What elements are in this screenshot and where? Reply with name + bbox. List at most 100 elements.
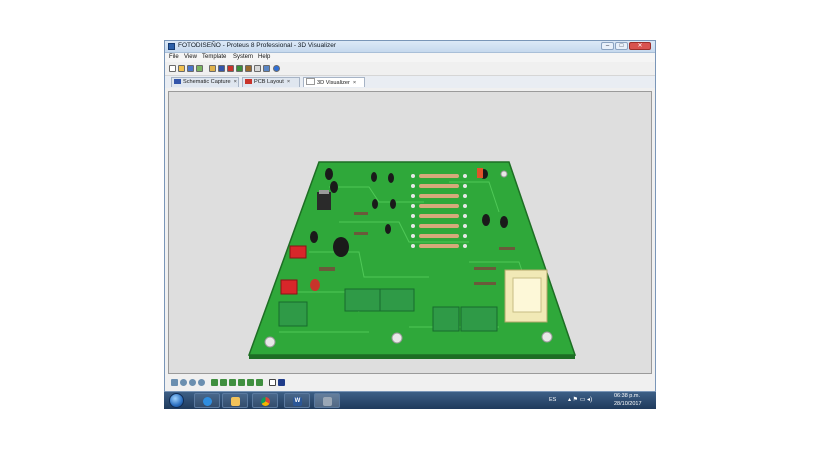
menu-template[interactable]: Template [202, 54, 226, 60]
view-left-icon[interactable] [229, 379, 236, 386]
3d-icon[interactable] [236, 65, 243, 72]
smd-resistor [474, 282, 496, 285]
capacitor [500, 216, 508, 228]
internet-explorer-icon[interactable] [194, 393, 220, 408]
proteus-icon[interactable] [314, 393, 340, 408]
zoom-extents-icon[interactable] [198, 379, 205, 386]
pcb-icon [245, 79, 252, 84]
view-right-icon[interactable] [247, 379, 254, 386]
capacitor [371, 172, 377, 182]
terminal-block [379, 288, 415, 312]
windows-taskbar: W ES ▴ ⚑ ▭ ◂) 06:38 p.m. 28/10/2017 [164, 392, 656, 409]
mounting-hole [541, 331, 553, 343]
mounting-hole [264, 336, 276, 348]
pan-icon[interactable] [171, 379, 178, 386]
zoom-out-icon[interactable] [189, 379, 196, 386]
schematic-icon[interactable] [218, 65, 225, 72]
resistor [419, 224, 459, 228]
layers-icon[interactable] [269, 379, 276, 386]
capacitor [325, 168, 333, 180]
open-folder-icon[interactable] [178, 65, 185, 72]
close-icon[interactable]: × [353, 79, 356, 88]
resistor [419, 204, 459, 208]
notification-icons[interactable]: ▴ ⚑ ▭ ◂) [568, 396, 592, 403]
maximize-button[interactable]: □ [615, 42, 628, 50]
tab-3d-visualizer[interactable]: 3D Visualizer × [303, 77, 365, 87]
clock-time[interactable]: 06:38 p.m. [614, 393, 640, 399]
smd-resistor [354, 212, 368, 215]
resistor [419, 234, 459, 238]
start-button[interactable] [169, 393, 184, 408]
mounting-hole [500, 170, 508, 178]
pcb-3d-render [247, 161, 577, 359]
main-toolbar [165, 63, 655, 76]
capacitor [372, 199, 378, 209]
tab-label: 3D Visualizer [317, 80, 350, 86]
word-icon[interactable]: W [284, 393, 310, 408]
import-icon[interactable] [196, 65, 203, 72]
resistor [419, 194, 459, 198]
3d-viewport[interactable] [168, 91, 652, 374]
new-file-icon[interactable] [169, 65, 176, 72]
resistor [419, 214, 459, 218]
schematic-icon [174, 79, 181, 84]
tab-bar: Schematic Capture × PCB Layout × 3D Visual… [165, 76, 655, 88]
view-front-icon[interactable] [220, 379, 227, 386]
red-relay [280, 279, 298, 295]
view-back-icon[interactable] [238, 379, 245, 386]
save-icon[interactable] [187, 65, 194, 72]
tab-schematic-capture[interactable]: Schematic Capture × [171, 77, 239, 87]
home-icon[interactable] [209, 65, 216, 72]
layers-icon[interactable] [278, 379, 285, 386]
smd-resistor [474, 267, 496, 270]
tab-label: PCB Layout [254, 79, 284, 85]
menu-file[interactable]: File [169, 54, 179, 60]
proteus-app-icon [168, 43, 175, 50]
smd-resistor [499, 247, 515, 250]
capacitor [482, 214, 490, 226]
navigation-toolbar [165, 377, 655, 388]
close-icon[interactable]: × [234, 78, 237, 87]
smd-resistor [319, 267, 335, 271]
menu-system[interactable]: System [233, 54, 253, 60]
transformer [504, 269, 548, 323]
file-explorer-icon[interactable] [222, 393, 248, 408]
chrome-icon[interactable] [252, 393, 278, 408]
terminal-block [460, 306, 498, 332]
zoom-in-icon[interactable] [180, 379, 187, 386]
view-top-icon[interactable] [211, 379, 218, 386]
capacitor [390, 199, 396, 209]
red-led [310, 279, 320, 291]
resistor [419, 244, 459, 248]
menu-view[interactable]: View [184, 54, 197, 60]
close-icon[interactable]: × [287, 78, 290, 87]
help-icon[interactable] [273, 65, 280, 72]
menu-help[interactable]: Help [258, 54, 270, 60]
capacitor [330, 181, 338, 193]
terminal-block [278, 301, 308, 327]
capacitor [385, 224, 391, 234]
language-indicator[interactable]: ES [549, 397, 556, 403]
capacitor [310, 231, 318, 243]
close-button[interactable]: ✕ [629, 42, 651, 50]
bom-icon[interactable] [254, 65, 261, 72]
mounting-hole [391, 332, 403, 344]
gerber-icon[interactable] [245, 65, 252, 72]
window-title: FOTODISEÑO - Proteus 8 Professional - 3D… [178, 42, 336, 49]
large-capacitor [333, 237, 349, 257]
design-explorer-icon[interactable] [263, 65, 270, 72]
title-bar[interactable]: FOTODISEÑO - Proteus 8 Professional - 3D… [165, 41, 655, 53]
pcb-icon[interactable] [227, 65, 234, 72]
clock-date[interactable]: 28/10/2017 [614, 401, 642, 407]
heatsink-tab [319, 190, 329, 194]
capacitor [388, 173, 394, 183]
terminal-block [344, 288, 381, 312]
pcb-board-edge [249, 355, 575, 359]
minimize-button[interactable]: – [601, 42, 614, 50]
resistor [419, 184, 459, 188]
3d-icon [306, 78, 315, 85]
terminal-block [432, 306, 460, 332]
red-relay [289, 245, 307, 259]
tab-pcb-layout[interactable]: PCB Layout × [242, 77, 300, 87]
view-bottom-icon[interactable] [256, 379, 263, 386]
